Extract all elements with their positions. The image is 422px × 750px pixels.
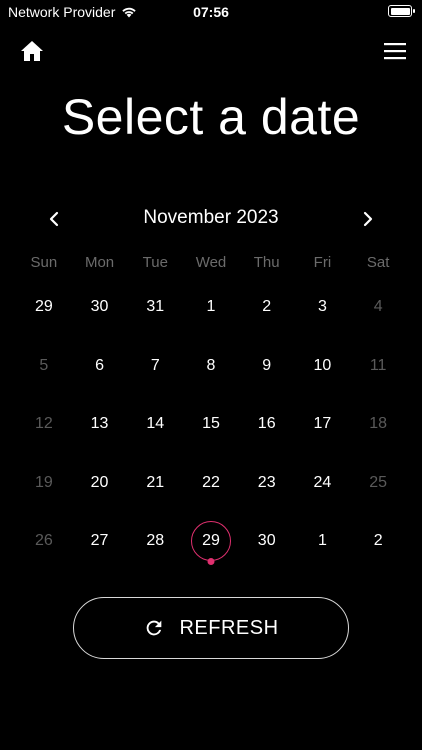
day-number: 9 [262, 356, 272, 374]
home-button[interactable] [18, 38, 46, 64]
calendar-day[interactable]: 19 [16, 454, 72, 513]
status-bar: Network Provider 07:56 [0, 0, 422, 26]
calendar-day[interactable]: 27 [72, 512, 128, 571]
calendar-day[interactable]: 15 [183, 395, 239, 454]
weekday-label: Thu [253, 254, 280, 271]
calendar-day[interactable]: 23 [239, 454, 295, 513]
day-number: 23 [257, 473, 276, 491]
day-number: 7 [150, 356, 160, 374]
calendar-day[interactable]: 29 [16, 278, 72, 337]
day-number: 13 [90, 415, 109, 433]
refresh-button[interactable]: REFRESH [73, 597, 349, 659]
weekday-label: Sat [366, 254, 390, 271]
calendar-day[interactable]: 24 [295, 454, 351, 513]
day-number: 30 [257, 532, 276, 550]
day-number: 8 [206, 356, 216, 374]
calendar-day[interactable]: 11 [350, 337, 406, 396]
day-number: 10 [313, 356, 332, 374]
month-header: November 2023 [0, 204, 422, 232]
weekday-label: Sun [30, 254, 58, 271]
calendar-day[interactable]: 2 [239, 278, 295, 337]
day-number: 27 [90, 532, 109, 550]
chevron-right-icon [363, 211, 373, 227]
day-number: 1 [206, 298, 216, 316]
calendar-day[interactable]: 1 [295, 512, 351, 571]
calendar-day[interactable]: 10 [295, 337, 351, 396]
day-number: 29 [202, 532, 220, 550]
day-number: 19 [34, 473, 53, 491]
calendar-day[interactable]: 8 [183, 337, 239, 396]
calendar-day[interactable]: 2 [350, 512, 406, 571]
day-number: 31 [146, 298, 165, 316]
day-number: 29 [34, 298, 53, 316]
calendar-day[interactable]: 28 [127, 512, 183, 571]
day-number: 6 [95, 356, 105, 374]
status-time: 07:56 [193, 4, 229, 20]
day-number: 17 [313, 415, 332, 433]
calendar-day[interactable]: 3 [295, 278, 351, 337]
day-number: 28 [146, 532, 165, 550]
weekday-label: Tue [142, 254, 168, 271]
calendar-day[interactable]: 14 [127, 395, 183, 454]
day-number: 11 [369, 356, 387, 374]
next-month-button[interactable] [358, 208, 378, 230]
day-number: 15 [202, 415, 220, 433]
calendar-day[interactable]: 4 [350, 278, 406, 337]
day-number: 3 [317, 298, 327, 316]
today-dot [207, 558, 215, 566]
calendar-day[interactable]: 18 [350, 395, 406, 454]
page-title: Select a date [61, 89, 361, 145]
calendar-day[interactable]: 20 [72, 454, 128, 513]
calendar-day[interactable]: 6 [72, 337, 128, 396]
day-number: 18 [369, 415, 388, 433]
calendar-day[interactable]: 31 [127, 278, 183, 337]
calendar-day[interactable]: 30 [72, 278, 128, 337]
calendar-day[interactable]: 26 [16, 512, 72, 571]
calendar-grid: 29 30 31 1 2 3 4 5 6 7 8 9 10 11 12 13 14 15 16 17 18 19 20 21 2… [16, 278, 406, 571]
day-number: 2 [262, 298, 272, 316]
battery-icon [388, 5, 415, 17]
day-number: 26 [34, 532, 53, 550]
day-number: 4 [373, 298, 383, 316]
calendar-day[interactable]: 16 [239, 395, 295, 454]
weekday-header: Sun Mon Tue Wed Thu Fri Sat [16, 254, 406, 271]
day-number: 16 [257, 415, 276, 433]
weekday-label: Mon [84, 254, 115, 271]
calendar-day[interactable]: 25 [350, 454, 406, 513]
day-number: 22 [202, 473, 220, 491]
calendar-day[interactable]: 30 [239, 512, 295, 571]
hamburger-menu-icon [384, 43, 406, 60]
weekday-label: Wed [195, 254, 227, 271]
day-number: 5 [39, 356, 49, 374]
calendar-day[interactable]: 17 [295, 395, 351, 454]
day-number: 14 [146, 415, 165, 433]
day-number: 21 [146, 473, 165, 491]
weekday-label: Fri [313, 254, 332, 271]
calendar-day[interactable]: 12 [16, 395, 72, 454]
calendar-day[interactable]: 1 [183, 278, 239, 337]
day-number: 1 [317, 532, 327, 550]
menu-button[interactable] [382, 40, 408, 62]
day-number: 25 [369, 473, 388, 491]
day-number: 24 [313, 473, 332, 491]
calendar-day[interactable]: 9 [239, 337, 295, 396]
day-number: 12 [34, 415, 53, 433]
home-icon [21, 41, 43, 61]
calendar-day[interactable]: 7 [127, 337, 183, 396]
refresh-icon [147, 620, 162, 636]
day-number: 20 [90, 473, 109, 491]
refresh-label: REFRESH [179, 616, 279, 639]
calendar-day[interactable]: 22 [183, 454, 239, 513]
calendar-day-selected[interactable]: 29 [183, 512, 239, 571]
calendar-day[interactable]: 13 [72, 395, 128, 454]
day-number: 2 [373, 532, 383, 550]
calendar-day[interactable]: 21 [127, 454, 183, 513]
day-number: 30 [90, 298, 109, 316]
calendar-day[interactable]: 5 [16, 337, 72, 396]
